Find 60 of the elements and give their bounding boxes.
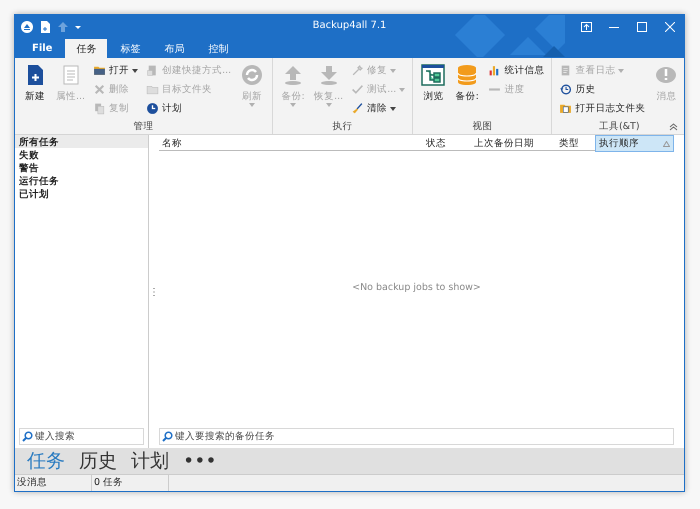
column-header[interactable]: 名称	[159, 135, 423, 152]
ribbon-button[interactable]: 计划	[143, 99, 234, 118]
search-icon	[22, 431, 33, 442]
delete-icon	[93, 83, 106, 96]
group-label: 工具(&T)	[598, 121, 640, 132]
broom-icon	[351, 102, 364, 115]
clock-icon	[146, 102, 160, 115]
ribbon-tab[interactable]: File	[21, 39, 64, 58]
ribbon-tab[interactable]: 标签	[109, 39, 152, 58]
ribbon-button[interactable]: 历史	[556, 80, 648, 99]
filter-item[interactable]: 运行任务	[15, 174, 148, 187]
ribbon-button[interactable]: 备份:	[451, 61, 484, 105]
ribbon-button[interactable]: 浏览	[417, 61, 450, 105]
sort-ascending-icon	[663, 140, 670, 146]
search-field[interactable]: 键入搜索	[19, 428, 144, 445]
group-label: 执行	[332, 121, 353, 132]
refresh-icon	[240, 63, 264, 87]
search-field[interactable]: 键入要搜索的备份任务	[159, 428, 674, 445]
filter-item[interactable]: 已计划	[15, 187, 148, 200]
maximize-icon	[637, 22, 647, 32]
close-icon	[665, 22, 675, 32]
nav-link[interactable]: •••	[181, 450, 219, 472]
filter-item[interactable]: 警告	[15, 161, 148, 174]
ribbon-button[interactable]: 清除	[348, 99, 408, 118]
window-title: Backup4all 7.1	[312, 20, 386, 31]
log-folder-icon	[559, 102, 572, 115]
check-icon	[351, 83, 364, 96]
empty-message: <No backup jobs to show>	[352, 282, 481, 293]
ribbon-button[interactable]: 打开	[90, 61, 142, 80]
tree-icon	[421, 63, 446, 87]
collapse-ribbon-icon[interactable]	[669, 123, 678, 131]
upload-box-icon	[580, 22, 592, 32]
folder-icon	[93, 64, 106, 77]
column-header[interactable]: 类型	[556, 135, 595, 152]
column-header[interactable]: 状态	[423, 135, 471, 152]
group-label: 视图	[472, 121, 492, 132]
search-icon	[162, 431, 173, 442]
ribbon-button[interactable]: 统计信息	[485, 61, 548, 80]
ribbon-button[interactable]: 打开日志文件夹	[556, 99, 648, 118]
folder-icon	[146, 83, 160, 96]
filter-item[interactable]: 所有任务	[15, 135, 148, 148]
nav-link[interactable]: 计划	[129, 448, 171, 474]
nav-link[interactable]: 历史	[77, 448, 119, 474]
history-clock-icon	[559, 83, 572, 96]
copy-icon	[93, 102, 106, 115]
status-text: 0 任务	[92, 475, 169, 491]
bar-chart-icon	[488, 64, 502, 77]
ribbon-tab[interactable]: 任务	[65, 39, 108, 58]
status-text: 没消息	[15, 475, 92, 491]
eject-icon[interactable]	[21, 20, 33, 32]
new-document-icon[interactable]	[39, 20, 51, 32]
ribbon-tab[interactable]: 控制	[197, 39, 240, 58]
filter-item[interactable]: 失败	[15, 148, 148, 161]
database-icon	[455, 63, 480, 87]
ribbon-tab[interactable]: 布局	[153, 39, 196, 58]
ribbon-button[interactable]: 新建	[19, 61, 51, 105]
log-document-icon	[559, 64, 572, 77]
group-label: 管理	[134, 121, 154, 132]
column-header[interactable]: 上次备份日期	[471, 135, 556, 152]
column-header[interactable]: 执行顺序	[595, 135, 674, 152]
